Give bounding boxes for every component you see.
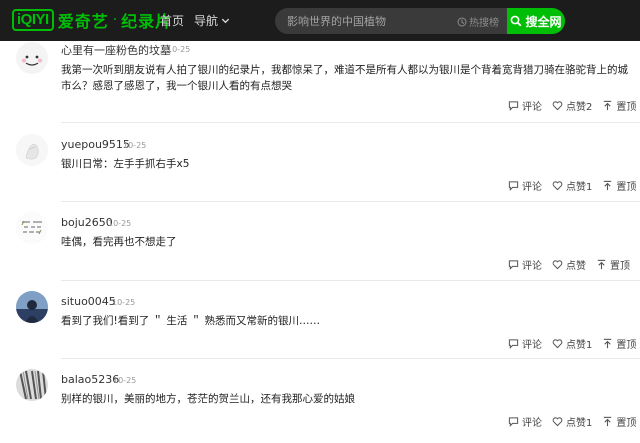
- pin-top-button[interactable]: 置顶: [596, 257, 630, 272]
- pin-top-button[interactable]: 置顶: [602, 178, 636, 193]
- pin-top-label: 置顶: [616, 340, 637, 351]
- reply-label: 评论: [522, 102, 542, 113]
- comment-actions: 评论 点赞1 置顶: [508, 414, 636, 429]
- comment-username[interactable]: balao5236: [61, 373, 119, 386]
- comment-divider: [61, 201, 640, 202]
- hot-search-link[interactable]: 热搜榜: [457, 14, 499, 29]
- comment-time: 10-25: [113, 376, 137, 385]
- nav-guide-label: 导航: [194, 14, 219, 28]
- like-button[interactable]: 点赞1: [552, 178, 592, 193]
- pin-top-icon: [604, 416, 612, 427]
- comment-actions: 评论 点赞1 置顶: [508, 336, 636, 351]
- reply-button[interactable]: 评论: [508, 178, 542, 193]
- reply-label: 评论: [522, 182, 542, 193]
- pin-top-button[interactable]: 置顶: [602, 414, 636, 429]
- comment-username[interactable]: 心里有一座粉色的坟墓: [61, 42, 171, 58]
- iqiyi-documentary-logo[interactable]: iQIYI 爱奇艺 · 纪录片: [12, 8, 172, 32]
- reply-label: 评论: [522, 261, 542, 272]
- nav-home-link[interactable]: 首页: [160, 12, 184, 29]
- top-navigation-bar: iQIYI 爱奇艺 · 纪录片 首页 导航 热搜榜 搜全网: [0, 0, 640, 41]
- like-button[interactable]: 点赞: [552, 257, 586, 272]
- avatar[interactable]: [16, 291, 48, 323]
- comment-username[interactable]: yuepou9515: [61, 138, 130, 151]
- comment-icon: [508, 181, 519, 191]
- comment-icon: [508, 417, 519, 427]
- pin-top-icon: [597, 259, 606, 270]
- like-label: 点赞1: [566, 182, 593, 193]
- pin-top-icon: [604, 180, 612, 191]
- search-button-label: 搜全网: [525, 14, 562, 29]
- reply-label: 评论: [522, 340, 542, 351]
- heart-icon: [552, 181, 563, 191]
- comment-username[interactable]: situo0045: [61, 295, 116, 308]
- avatar[interactable]: [16, 134, 48, 166]
- like-label: 点赞1: [566, 418, 593, 429]
- pin-top-icon: [604, 338, 612, 349]
- search-icon: [511, 15, 522, 27]
- comment-icon: [508, 339, 519, 349]
- comment-text: 我第一次听到朋友说有人拍了银川的纪录片，我都惊呆了，难道不是所有人都以为银川是个…: [61, 64, 628, 92]
- comment-actions: 评论 点赞1 置顶: [508, 178, 636, 193]
- nav-guide-menu[interactable]: 导航: [194, 12, 230, 29]
- comment-text: 银川日常：左手手抓右手x5: [61, 158, 190, 170]
- reply-button[interactable]: 评论: [508, 414, 542, 429]
- reply-button[interactable]: 评论: [508, 257, 542, 272]
- pin-top-icon: [604, 100, 612, 111]
- avatar[interactable]: [16, 212, 48, 244]
- like-label: 点赞2: [566, 102, 593, 113]
- trending-icon: [457, 17, 467, 26]
- pin-top-label: 置顶: [610, 261, 630, 272]
- pin-top-button[interactable]: 置顶: [602, 98, 636, 113]
- comment-icon: [508, 260, 519, 270]
- comment-actions: 评论 点赞2 置顶: [508, 98, 636, 113]
- reply-label: 评论: [522, 418, 542, 429]
- comment-text: 哇偶，看完再也不想走了: [61, 236, 177, 248]
- logo-brand: 爱奇艺: [57, 12, 109, 31]
- comment-icon: [508, 101, 519, 111]
- comment-actions: 评论 点赞 置顶: [508, 257, 630, 272]
- reply-button[interactable]: 评论: [508, 98, 542, 113]
- search-input[interactable]: [287, 8, 457, 34]
- like-button[interactable]: 点赞1: [552, 336, 592, 351]
- heart-icon: [552, 339, 563, 349]
- pin-top-label: 置顶: [616, 418, 637, 429]
- logo-separator: ·: [112, 12, 118, 28]
- comment-divider: [61, 122, 640, 123]
- comment-divider: [61, 280, 640, 281]
- chevron-down-icon: [221, 18, 230, 24]
- comment-time: 10-25: [123, 141, 147, 150]
- comment-username[interactable]: boju2650: [61, 216, 113, 229]
- like-button[interactable]: 点赞2: [552, 98, 592, 113]
- reply-button[interactable]: 评论: [508, 336, 542, 351]
- heart-icon: [552, 260, 563, 270]
- search-all-button[interactable]: 搜全网: [507, 8, 565, 34]
- pin-top-label: 置顶: [616, 182, 637, 193]
- like-button[interactable]: 点赞1: [552, 414, 592, 429]
- like-label: 点赞: [566, 261, 586, 272]
- search-bar: 热搜榜: [275, 8, 507, 34]
- comment-time: 10-25: [108, 219, 132, 228]
- hot-search-label: 热搜榜: [469, 18, 499, 29]
- comment-text: 看到了我们!看到了 ＂ 生活 ＂ 熟悉而又常新的银川……: [61, 315, 321, 327]
- avatar[interactable]: [16, 369, 48, 401]
- like-label: 点赞1: [566, 340, 593, 351]
- pin-top-button[interactable]: 置顶: [602, 336, 636, 351]
- avatar[interactable]: [16, 42, 48, 74]
- comment-divider: [61, 358, 640, 359]
- comment-time: 10-25: [112, 298, 136, 307]
- heart-icon: [552, 101, 563, 111]
- heart-icon: [552, 417, 563, 427]
- pin-top-label: 置顶: [616, 102, 637, 113]
- comment-time: 10-25: [167, 45, 191, 54]
- comment-text: 别样的银川，美丽的地方，苍茫的贺兰山，还有我那心爱的姑娘: [61, 393, 355, 405]
- logo-mark: iQIYI: [12, 9, 54, 31]
